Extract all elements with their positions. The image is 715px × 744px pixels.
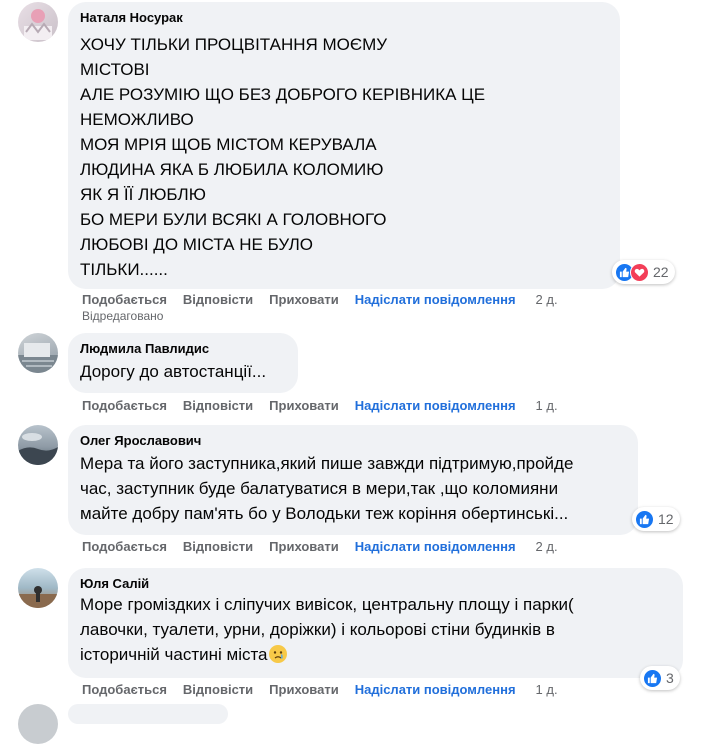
comment-text: Мера та його заступника,який пише завжди… xyxy=(80,454,574,523)
like-reaction-icon xyxy=(643,668,662,688)
like-button[interactable]: Подобається xyxy=(82,682,167,697)
reply-button[interactable]: Відповісти xyxy=(183,682,253,697)
reactions-badge[interactable]: 22 xyxy=(612,260,675,284)
reply-button[interactable]: Відповісти xyxy=(183,539,253,554)
comment-author[interactable]: Наталя Носурак xyxy=(80,10,608,26)
comment-actions: Подобається Відповісти Приховати Надісла… xyxy=(82,398,558,413)
comment-actions: Подобається Відповісти Приховати Надісла… xyxy=(82,682,558,697)
comment-bubble xyxy=(68,704,228,724)
hide-button[interactable]: Приховати xyxy=(269,539,339,554)
comment-bubble: Наталя Носурак ХОЧУ ТІЛЬКИ ПРОЦВІТАННЯ М… xyxy=(68,2,620,289)
comment-author[interactable]: Юля Салій xyxy=(80,576,671,592)
comment-text: Дорогу до автостанції... xyxy=(80,362,267,381)
comment-actions: Подобається Відповісти Приховати Надісла… xyxy=(82,292,558,307)
reactions-count: 12 xyxy=(658,511,674,527)
comment-text: Море громіздких і сліпучих вивісок, цент… xyxy=(80,595,574,664)
like-button[interactable]: Подобається xyxy=(82,292,167,307)
send-message-button[interactable]: Надіслати повідомлення xyxy=(355,292,516,307)
avatar[interactable] xyxy=(18,425,58,465)
avatar[interactable] xyxy=(18,704,58,744)
comment-author[interactable]: Олег Ярославович xyxy=(80,433,626,449)
edited-label: Відредаговано xyxy=(82,309,164,323)
send-message-button[interactable]: Надіслати повідомлення xyxy=(355,398,516,413)
reply-button[interactable]: Відповісти xyxy=(183,398,253,413)
comment-bubble: Юля Салій Море громіздких і сліпучих вив… xyxy=(68,568,683,678)
comment-time[interactable]: 2 д. xyxy=(536,292,558,307)
like-reaction-icon xyxy=(635,509,654,529)
avatar[interactable] xyxy=(18,333,58,373)
hide-button[interactable]: Приховати xyxy=(269,292,339,307)
comment-bubble: Олег Ярославович Мера та його заступника… xyxy=(68,425,638,535)
reply-button[interactable]: Відповісти xyxy=(183,292,253,307)
crying-emoji-icon xyxy=(268,645,287,663)
hide-button[interactable]: Приховати xyxy=(269,682,339,697)
comment-body: Море громіздких і сліпучих вивісок, цент… xyxy=(80,592,671,667)
send-message-button[interactable]: Надіслати повідомлення xyxy=(355,682,516,697)
comment-time[interactable]: 1 д. xyxy=(536,682,558,697)
comment-text: ХОЧУ ТІЛЬКИ ПРОЦВІТАННЯ МОЄМУ МІСТОВІ АЛ… xyxy=(80,35,486,279)
hide-button[interactable]: Приховати xyxy=(269,398,339,413)
reactions-count: 3 xyxy=(666,670,674,686)
send-message-button[interactable]: Надіслати повідомлення xyxy=(355,539,516,554)
love-reaction-icon xyxy=(630,262,649,282)
like-button[interactable]: Подобається xyxy=(82,398,167,413)
reactions-badge[interactable]: 3 xyxy=(640,666,680,690)
comment-actions: Подобається Відповісти Приховати Надісла… xyxy=(82,539,558,554)
avatar[interactable] xyxy=(18,2,58,42)
reactions-badge[interactable]: 12 xyxy=(632,507,680,531)
comment-bubble: Людмила Павлидис Дорогу до автостанції..… xyxy=(68,333,298,393)
like-button[interactable]: Подобається xyxy=(82,539,167,554)
comment-time[interactable]: 1 д. xyxy=(536,398,558,413)
comment-time[interactable]: 2 д. xyxy=(536,539,558,554)
avatar[interactable] xyxy=(18,568,58,608)
reactions-count: 22 xyxy=(653,264,669,280)
comment-author[interactable]: Людмила Павлидис xyxy=(80,341,286,357)
